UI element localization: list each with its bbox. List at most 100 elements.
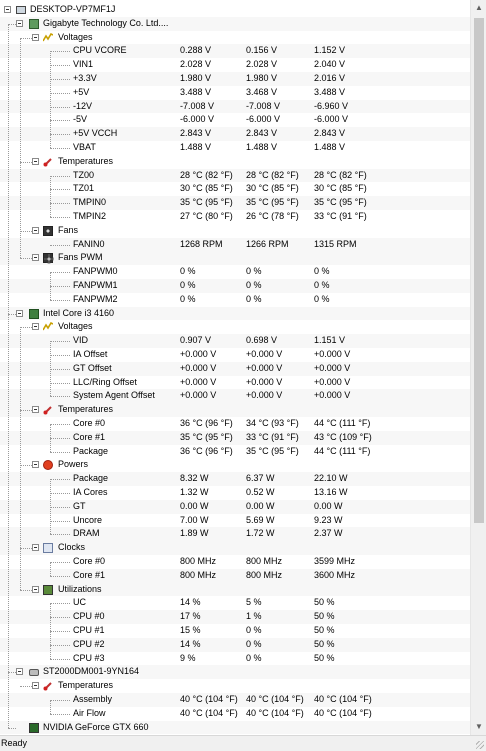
sensor-row[interactable]: Uncore 7.00 W 5.69 W 9.23 W <box>0 514 470 528</box>
sensor-row[interactable]: CPU #3 9 % 0 % 50 % <box>0 652 470 666</box>
sensor-row[interactable]: CPU VCORE 0.288 V 0.156 V 1.152 V <box>0 44 470 59</box>
sensor-row[interactable]: Package 8.32 W 6.37 W 22.10 W <box>0 472 470 486</box>
sensor-name: Core #1 <box>73 569 106 580</box>
device-node[interactable]: Gigabyte Technology Co. Ltd.... <box>0 16 470 31</box>
sensor-row[interactable]: +3.3V 1.980 V 1.980 V 2.016 V <box>0 72 470 86</box>
sensor-group-node[interactable]: Temperatures <box>0 403 470 417</box>
sensor-row[interactable]: VIN1 2.028 V 2.028 V 2.040 V <box>0 58 470 72</box>
collapse-toggle-icon[interactable] <box>32 254 39 262</box>
sensor-row[interactable]: Air Flow 40 °C (104 °F) 40 °C (104 °F) 40 °… <box>0 707 470 721</box>
tree-connector-line <box>50 175 70 177</box>
sensor-min: 1266 RPM <box>246 238 289 249</box>
sensor-group-node[interactable]: Utilizations <box>0 582 470 597</box>
sensor-row[interactable]: LLC/Ring Offset +0.000 V +0.000 V +0.000 V <box>0 376 470 390</box>
cpu-icon <box>29 308 39 319</box>
sensor-max: 40 °C (104 °F) <box>314 694 372 704</box>
sensor-max: 3600 MHz <box>314 569 356 580</box>
scroll-up-arrow-icon[interactable]: ▲ <box>471 0 486 16</box>
sensor-group-node[interactable]: Voltages <box>0 320 470 334</box>
collapse-toggle-icon[interactable] <box>4 6 11 13</box>
sensor-row[interactable]: VBAT 1.488 V 1.488 V 1.488 V <box>0 141 470 155</box>
tree-connector-line <box>50 396 70 398</box>
resize-grip-icon[interactable] <box>476 741 484 749</box>
sensor-max: +0.000 V <box>314 390 351 401</box>
sensor-row[interactable]: TMPIN2 27 °C (80 °F) 26 °C (78 °F) 33 °C (9… <box>0 210 470 224</box>
sensor-group-node[interactable]: Fans PWM <box>0 251 470 266</box>
tree-root-computer[interactable]: DESKTOP-VP7MF1J <box>0 3 470 17</box>
vertical-scrollbar[interactable]: ▲ ▼ <box>470 0 486 735</box>
sensor-row[interactable]: VID 0.907 V 0.698 V 1.151 V <box>0 334 470 348</box>
sensor-value: +0.000 V <box>180 362 217 373</box>
sensor-row[interactable]: UC 14 % 5 % 50 % <box>0 596 470 610</box>
sensor-name: Core #0 <box>73 556 106 566</box>
sensor-value: 3.488 V <box>180 86 212 97</box>
collapse-toggle-icon[interactable] <box>32 33 39 41</box>
sensor-row[interactable]: CPU #1 15 % 0 % 50 % <box>0 624 470 638</box>
sensor-row[interactable]: Core #0 36 °C (96 °F) 34 °C (93 °F) 44 °C (… <box>0 417 470 431</box>
sensor-name: Uncore <box>73 514 103 525</box>
sensor-row[interactable]: IA Cores 1.32 W 0.52 W 13.16 W <box>0 486 470 500</box>
sensor-row[interactable]: Assembly 40 °C (104 °F) 40 °C (104 °F) 40 °… <box>0 693 470 707</box>
sensor-name: +5V <box>73 86 90 97</box>
sensor-row[interactable]: TMPIN0 35 °C (95 °F) 35 °C (95 °F) 35 °C (9… <box>0 196 470 210</box>
tree-connector-line <box>50 603 70 605</box>
collapse-toggle-icon[interactable] <box>32 461 39 469</box>
scroll-down-arrow-icon[interactable]: ▼ <box>471 719 486 735</box>
sensor-min: 5 % <box>246 597 262 608</box>
sensor-group-node[interactable]: Temperatures <box>0 679 470 693</box>
sensor-row[interactable]: Package 36 °C (96 °F) 35 °C (95 °F) 44 °C (… <box>0 445 470 459</box>
sensor-name: Package <box>73 445 109 456</box>
sensor-row[interactable]: -12V -7.008 V -7.008 V -6.960 V <box>0 99 470 114</box>
sensor-group-name: Powers <box>58 459 89 470</box>
collapse-toggle-icon[interactable] <box>32 585 39 593</box>
sensor-row[interactable]: TZ01 30 °C (85 °F) 30 °C (85 °F) 30 °C (85 … <box>0 182 470 196</box>
sensor-value: 40 °C (104 °F) <box>180 707 238 718</box>
sensor-group-node[interactable]: Powers <box>0 458 470 472</box>
sensor-tree[interactable]: DESKTOP-VP7MF1J Gigabyte Technology Co. L… <box>0 0 470 735</box>
sensor-value: 30 °C (85 °F) <box>180 183 233 194</box>
sensor-group-name: Temperatures <box>58 680 114 691</box>
sensor-row[interactable]: CPU #2 14 % 0 % 50 % <box>0 637 470 652</box>
sensor-row[interactable]: DRAM 1.89 W 1.72 W 2.37 W <box>0 527 470 542</box>
sensor-max: 1.152 V <box>314 45 346 56</box>
sensor-row[interactable]: FANPWM2 0 % 0 % 0 % <box>0 293 470 307</box>
sensor-row[interactable]: TZ00 28 °C (82 °F) 28 °C (82 °F) 28 °C (82 … <box>0 168 470 183</box>
sensor-group-name: Utilizations <box>58 583 102 594</box>
sensor-row[interactable]: System Agent Offset +0.000 V +0.000 V +0.00… <box>0 389 470 404</box>
sensor-row[interactable]: FANIN0 1268 RPM 1266 RPM 1315 RPM <box>0 237 470 252</box>
sensor-row[interactable]: Core #0 800 MHz 800 MHz 3599 MHz <box>0 555 470 569</box>
sensor-name: FANIN0 <box>73 238 105 249</box>
device-node[interactable]: NVIDIA GeForce GTX 660 <box>0 720 470 735</box>
collapse-toggle-icon[interactable] <box>16 309 23 317</box>
scrollbar-thumb[interactable] <box>474 18 484 523</box>
collapse-toggle-icon[interactable] <box>16 19 23 27</box>
sensor-row[interactable]: GT 0.00 W 0.00 W 0.00 W <box>0 499 470 514</box>
collapse-toggle-icon[interactable] <box>32 323 39 331</box>
sensor-row[interactable]: FANPWM0 0 % 0 % 0 % <box>0 265 470 279</box>
sensor-row[interactable]: IA Offset +0.000 V +0.000 V +0.000 V <box>0 348 470 362</box>
sensor-value: 40 °C (104 °F) <box>180 694 238 704</box>
sensor-row[interactable]: CPU #0 17 % 1 % 50 % <box>0 610 470 624</box>
device-node[interactable]: ST2000DM001-9YN164 <box>0 665 470 680</box>
sensor-max: +0.000 V <box>314 362 351 373</box>
collapse-toggle-icon[interactable] <box>32 406 39 414</box>
sensor-group-node[interactable]: Voltages <box>0 31 470 45</box>
collapse-toggle-icon[interactable] <box>32 682 39 690</box>
collapse-toggle-icon[interactable] <box>32 226 39 234</box>
collapse-toggle-icon[interactable] <box>16 668 23 676</box>
tree-connector-line <box>50 272 51 300</box>
sensor-group-node[interactable]: Temperatures <box>0 155 470 169</box>
sensor-group-node[interactable]: Clocks <box>0 541 470 555</box>
sensor-row[interactable]: Core #1 800 MHz 800 MHz 3600 MHz <box>0 568 470 583</box>
sensor-row[interactable]: -5V -6.000 V -6.000 V -6.000 V <box>0 113 470 127</box>
sensor-row[interactable]: +5V VCCH 2.843 V 2.843 V 2.843 V <box>0 127 470 141</box>
sensor-group-node[interactable]: Fans <box>0 224 470 238</box>
sensor-row[interactable]: Core #1 35 °C (95 °F) 33 °C (91 °F) 43 °C (… <box>0 430 470 445</box>
collapse-toggle-icon[interactable] <box>32 544 39 552</box>
sensor-row[interactable]: +5V 3.488 V 3.468 V 3.488 V <box>0 86 470 100</box>
sensor-row[interactable]: GT Offset +0.000 V +0.000 V +0.000 V <box>0 361 470 376</box>
sensor-row[interactable]: FANPWM1 0 % 0 % 0 % <box>0 279 470 293</box>
collapse-toggle-icon[interactable] <box>32 157 39 165</box>
sensor-name: CPU #1 <box>73 625 105 635</box>
device-node[interactable]: Intel Core i3 4160 <box>0 306 470 321</box>
